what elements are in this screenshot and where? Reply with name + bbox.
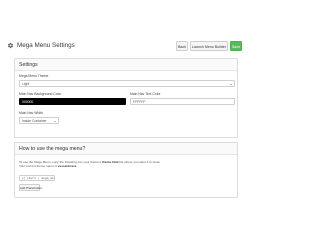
nav-text-color-field[interactable]: FFFFFF xyxy=(130,98,235,105)
howto-panel: How to use the mega menu? To use the Meg… xyxy=(14,142,238,198)
add-placeholder-button[interactable]: Add Placeholder xyxy=(19,184,42,191)
nav-bg-color-field[interactable]: 000000 xyxy=(19,98,126,105)
howto-instructions: To use the Mega Menu, copy the following… xyxy=(19,160,229,169)
chevron-down-icon xyxy=(230,83,232,85)
nav-width-select-value: Inside Container xyxy=(22,119,47,123)
save-button[interactable]: Save xyxy=(230,41,242,51)
settings-heading: Settings xyxy=(15,59,237,71)
theme-select[interactable]: Light xyxy=(19,80,235,87)
launch-menu-builder-button[interactable]: Launch Menu Builder xyxy=(190,41,228,51)
gear-icon xyxy=(7,42,14,49)
page-header: Mega Menu Settings Back Launch Menu Buil… xyxy=(7,40,247,54)
settings-panel: Settings Mega Menu Theme Light Main Nav … xyxy=(14,58,238,138)
nav-bg-label: Main Nav Background Color xyxy=(19,92,62,96)
page-title: Mega Menu Settings xyxy=(17,42,75,49)
chevron-down-icon xyxy=(54,120,56,122)
howto-line-2: Your current theme name is vessenbrace xyxy=(19,164,77,169)
title-group: Mega Menu Settings xyxy=(7,42,75,49)
back-button[interactable]: Back xyxy=(176,41,188,51)
snippet-code-field[interactable]: {{ store | mega_menu }} xyxy=(19,175,55,181)
nav-width-select[interactable]: Inside Container xyxy=(19,117,59,124)
theme-select-value: Light xyxy=(22,82,30,86)
theme-label: Mega Menu Theme xyxy=(19,74,49,78)
nav-text-label: Main Nav Text Color xyxy=(130,92,161,96)
mega-menu-settings-page: Mega Menu Settings Back Launch Menu Buil… xyxy=(0,0,250,250)
howto-heading: How to use the mega menu? xyxy=(15,143,237,155)
nav-width-label: Main Nav Width xyxy=(19,111,43,115)
